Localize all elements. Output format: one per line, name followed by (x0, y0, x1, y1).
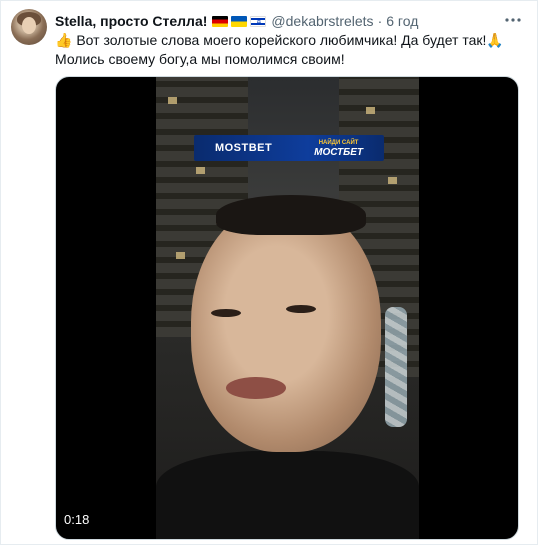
avatar[interactable] (11, 9, 47, 45)
flag-israel-icon: ✡ (250, 15, 267, 27)
tweet-text: 👍 Вот золотые слова моего корейского люб… (55, 31, 525, 69)
tweet-header: Stella, просто Стелла! ✡ @dekabrstrelets… (55, 11, 497, 31)
flag-germany-icon (212, 15, 229, 27)
person-shirt (156, 451, 419, 539)
statue (385, 307, 407, 427)
building-window (196, 167, 205, 174)
tweet-text-line2: Молись своему богу,а мы помолимся своим! (55, 51, 345, 67)
thumbs-up-icon: 👍 (55, 32, 73, 48)
person-eye (211, 309, 241, 317)
video-frame: MOSTBET НАЙДИ САЙТ МОСТБЕТ (156, 77, 419, 539)
avatar-face (22, 17, 36, 34)
ad-banner: MOSTBET НАЙДИ САЙТ МОСТБЕТ (194, 135, 384, 161)
tweet-card[interactable]: Stella, просто Стелла! ✡ @dekabrstrelets… (0, 0, 538, 545)
video-player[interactable]: MOSTBET НАЙДИ САЙТ МОСТБЕТ 0:18 (55, 76, 519, 540)
building-window (176, 252, 185, 259)
building-window (168, 97, 177, 104)
banner-big-text: МОСТБЕТ (314, 147, 364, 158)
building-window (388, 177, 397, 184)
person-mouth (226, 377, 286, 399)
person-eye (286, 305, 316, 313)
tweet-time[interactable]: 6 год (386, 13, 418, 29)
video-duration: 0:18 (64, 512, 90, 527)
author-name[interactable]: Stella, просто Стелла! (55, 13, 207, 29)
separator-dot: · (377, 13, 383, 29)
more-icon[interactable] (503, 10, 523, 30)
pray-icon: 🙏 (486, 32, 504, 48)
tweet-text-line1: Вот золотые слова моего корейского любим… (76, 32, 487, 48)
person-face (191, 202, 381, 452)
author-handle[interactable]: @dekabrstrelets (271, 13, 373, 29)
person-hair (216, 195, 366, 235)
banner-text: НАЙДИ САЙТ МОСТБЕТ (314, 139, 364, 158)
banner-logo: MOSTBET (214, 142, 273, 154)
building-window (366, 107, 375, 114)
flag-ukraine-icon (231, 15, 248, 27)
author-flags: ✡ (212, 15, 267, 27)
